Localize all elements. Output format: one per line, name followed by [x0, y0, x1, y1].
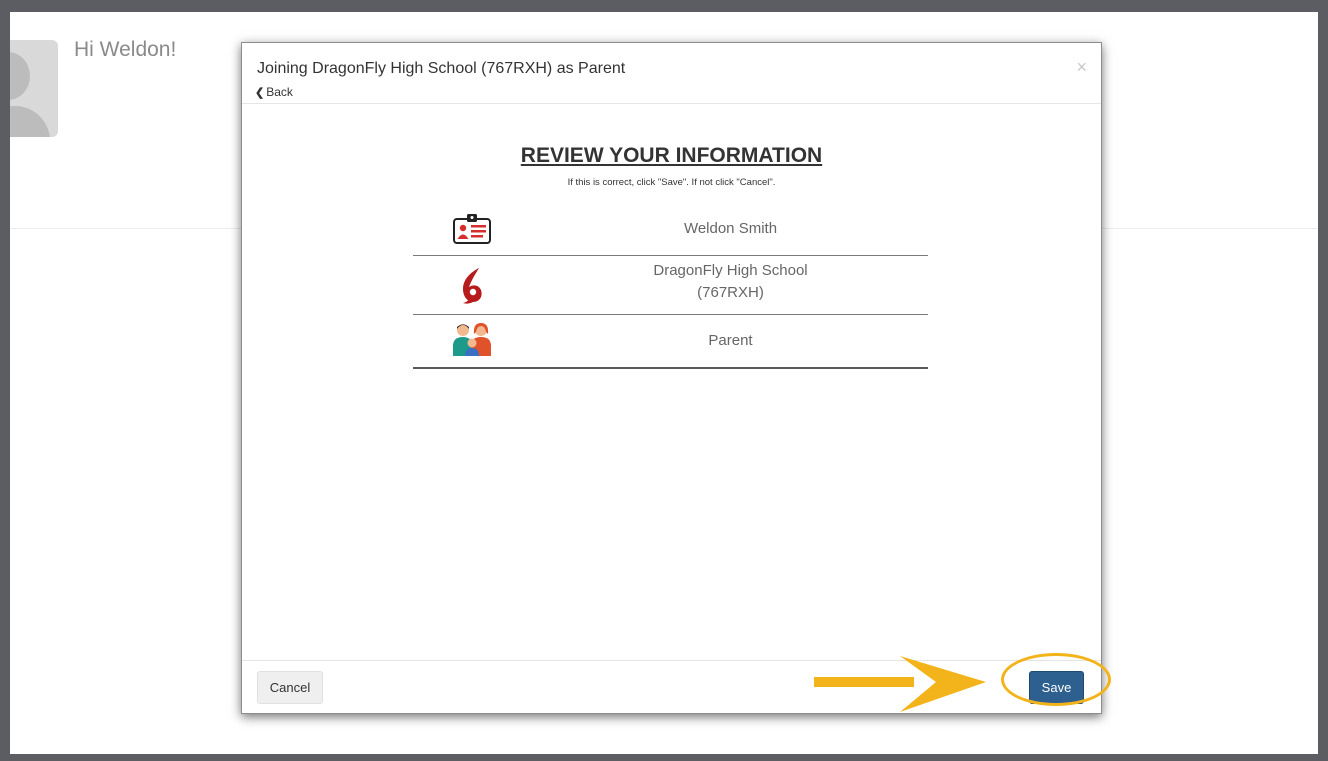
id-card-icon [451, 211, 493, 247]
review-heading: REVIEW YOUR INFORMATION [520, 144, 823, 167]
chevron-left-icon: ❮ [255, 87, 265, 99]
close-icon[interactable]: × [1076, 57, 1087, 78]
info-row-name: Weldon Smith [413, 203, 928, 256]
greeting-text: Hi Weldon! [74, 38, 177, 61]
info-school-text: DragonFly High School (767RXH) [533, 260, 928, 304]
back-link[interactable]: ❮ Back [255, 85, 293, 99]
modal-header: Joining DragonFly High School (767RXH) a… [242, 43, 1101, 104]
family-icon [451, 321, 493, 357]
save-button[interactable]: Save [1029, 671, 1084, 704]
info-school-name: DragonFly High School [653, 262, 808, 279]
cancel-button[interactable]: Cancel [257, 671, 323, 704]
modal-footer: Cancel Save [242, 660, 1101, 713]
back-label: Back [266, 85, 293, 99]
app-screen: Hi Weldon! Joining DragonFly High School… [10, 12, 1318, 754]
join-modal: Joining DragonFly High School (767RXH) a… [241, 42, 1102, 714]
info-row-role: Parent [413, 315, 928, 369]
review-instructions: If this is correct, click "Save". If not… [567, 177, 776, 188]
avatar [10, 40, 58, 137]
info-role-text: Parent [708, 332, 753, 349]
review-info-list: Weldon Smith DragonFly High School (767R… [413, 203, 928, 369]
modal-title: Joining DragonFly High School (767RXH) a… [257, 60, 626, 77]
info-name-text: Weldon Smith [683, 220, 778, 237]
school-logo-icon [451, 266, 493, 306]
info-school-code: (767RXH) [697, 284, 764, 301]
info-row-school: DragonFly High School (767RXH) [413, 256, 928, 315]
